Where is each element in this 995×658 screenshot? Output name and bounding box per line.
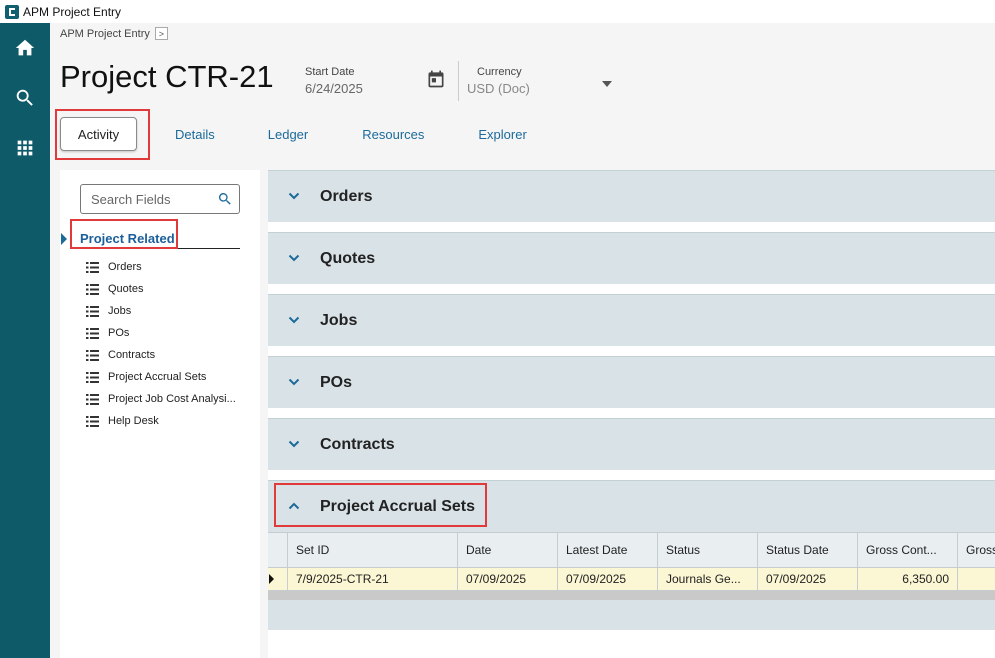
breadcrumb: APM Project Entry > [60, 27, 168, 40]
search-button[interactable] [0, 73, 50, 123]
next-section-strip [268, 600, 995, 630]
field-item-project-accrual-sets[interactable]: Project Accrual Sets [86, 366, 246, 388]
field-item-help-desk[interactable]: Help Desk [86, 410, 246, 432]
start-date-value: 6/24/2025 [305, 81, 363, 96]
field-item-label: Orders [108, 261, 142, 273]
tab-ledger[interactable]: Ledger [268, 117, 308, 151]
field-item-label: Help Desk [108, 415, 159, 427]
field-item-orders[interactable]: Orders [86, 256, 246, 278]
apps-button[interactable] [0, 123, 50, 173]
table-row[interactable]: 7/9/2025-CTR-21 07/09/2025 07/09/2025 Journ… [268, 568, 995, 591]
window-title: APM Project Entry [23, 4, 122, 19]
window-titlebar: APM Project Entry [0, 0, 995, 23]
accrual-sets-grid: Set ID Date Latest Date Status Status Date Gr… [268, 532, 995, 630]
column-header-latest-date[interactable]: Latest Date [558, 533, 658, 567]
list-icon [86, 283, 99, 295]
home-icon [15, 39, 35, 56]
list-icon [86, 393, 99, 405]
field-item-project-job-cost-analysi[interactable]: Project Job Cost Analysi... [86, 388, 246, 410]
field-item-label: Contracts [108, 349, 156, 361]
chevron-down-icon [288, 440, 300, 448]
tab-details[interactable]: Details [175, 117, 215, 151]
section-quotes[interactable]: Quotes [268, 232, 995, 284]
search-icon[interactable] [217, 191, 233, 207]
home-button[interactable] [0, 23, 50, 73]
field-item-quotes[interactable]: Quotes [86, 278, 246, 300]
grid-cell[interactable] [958, 568, 995, 590]
apps-grid-icon [17, 140, 33, 156]
grid-cell[interactable]: 6,350.00 [858, 568, 958, 590]
calendar-icon[interactable] [426, 69, 446, 89]
field-item-jobs[interactable]: Jobs [86, 300, 246, 322]
grid-cell[interactable]: 7/9/2025-CTR-21 [288, 568, 458, 590]
list-icon [86, 261, 99, 273]
grid-header-marker [268, 533, 288, 567]
list-icon [86, 305, 99, 317]
currency-value: USD (Doc) [467, 81, 530, 96]
sections-panel: Orders Quotes Jobs POs Contracts Project Accr… [268, 170, 995, 658]
currency-label: Currency [477, 66, 522, 78]
grid-cell[interactable]: 07/09/2025 [558, 568, 658, 590]
search-fields-box[interactable] [80, 184, 240, 214]
section-orders[interactable]: Orders [268, 170, 995, 222]
column-header-gross[interactable]: Gross [958, 533, 995, 567]
section-contracts[interactable]: Contracts [268, 418, 995, 470]
start-date-field[interactable]: Start Date 6/24/2025 [305, 66, 363, 96]
search-icon [16, 89, 33, 106]
list-icon [86, 415, 99, 427]
chevron-down-icon [288, 378, 300, 386]
grid-cell[interactable]: Journals Ge... [658, 568, 758, 590]
field-item-label: Quotes [108, 283, 144, 295]
section-title: POs [320, 373, 353, 391]
list-icon [86, 371, 99, 383]
grid-cell[interactable]: 07/09/2025 [458, 568, 558, 590]
section-title: Jobs [320, 311, 358, 329]
current-row-icon [269, 574, 274, 584]
currency-field[interactable]: Currency USD (Doc) [467, 66, 530, 96]
field-item-label: Project Job Cost Analysi... [108, 393, 236, 405]
chevron-down-icon [288, 192, 300, 200]
chevron-down-icon [288, 254, 300, 262]
section-title: Quotes [320, 249, 376, 267]
grid-cell[interactable]: 07/09/2025 [758, 568, 858, 590]
breadcrumb-label[interactable]: APM Project Entry [60, 28, 150, 40]
main-area: APM Project Entry > Project CTR-21 Start… [50, 23, 995, 658]
field-item-label: POs [108, 327, 130, 339]
grid-horizontal-scrollbar[interactable] [268, 591, 995, 600]
grid-header: Set ID Date Latest Date Status Status Date Gr… [268, 532, 995, 568]
chevron-down-icon [288, 316, 300, 324]
column-header-gross-cont[interactable]: Gross Cont... [858, 533, 958, 567]
column-header-set-id[interactable]: Set ID [288, 533, 458, 567]
section-pos[interactable]: POs [268, 356, 995, 408]
column-header-status[interactable]: Status [658, 533, 758, 567]
list-icon [86, 349, 99, 361]
tab-explorer[interactable]: Explorer [478, 117, 526, 151]
row-selector-icon[interactable] [268, 568, 288, 590]
accrual-sets-highlight [274, 483, 487, 527]
list-icon [86, 327, 99, 339]
section-jobs[interactable]: Jobs [268, 294, 995, 346]
nav-rail [0, 23, 50, 658]
field-item-label: Project Accrual Sets [108, 371, 207, 383]
project-related-highlight [70, 219, 178, 249]
field-item-contracts[interactable]: Contracts [86, 344, 246, 366]
page-title: Project CTR-21 [60, 59, 274, 94]
start-date-label: Start Date [305, 66, 355, 78]
field-list: Orders Quotes Jobs POs Contracts Project Accr… [86, 256, 246, 432]
field-item-label: Jobs [108, 305, 132, 317]
app-logo-icon [5, 4, 19, 19]
group-marker-icon [61, 233, 67, 245]
header-divider [458, 61, 459, 101]
section-title: Contracts [320, 435, 395, 453]
section-title: Orders [320, 187, 373, 205]
tab-resources[interactable]: Resources [362, 117, 424, 151]
breadcrumb-arrow-button[interactable]: > [154, 27, 168, 40]
field-item-pos[interactable]: POs [86, 322, 246, 344]
column-header-date[interactable]: Date [458, 533, 558, 567]
fields-pane: Project Related OrdersQuotesJobsPOsContr… [60, 170, 260, 658]
column-header-status-date[interactable]: Status Date [758, 533, 858, 567]
search-fields-input[interactable] [91, 191, 216, 207]
currency-dropdown-icon[interactable] [602, 81, 612, 87]
activity-tab-highlight [55, 109, 150, 160]
